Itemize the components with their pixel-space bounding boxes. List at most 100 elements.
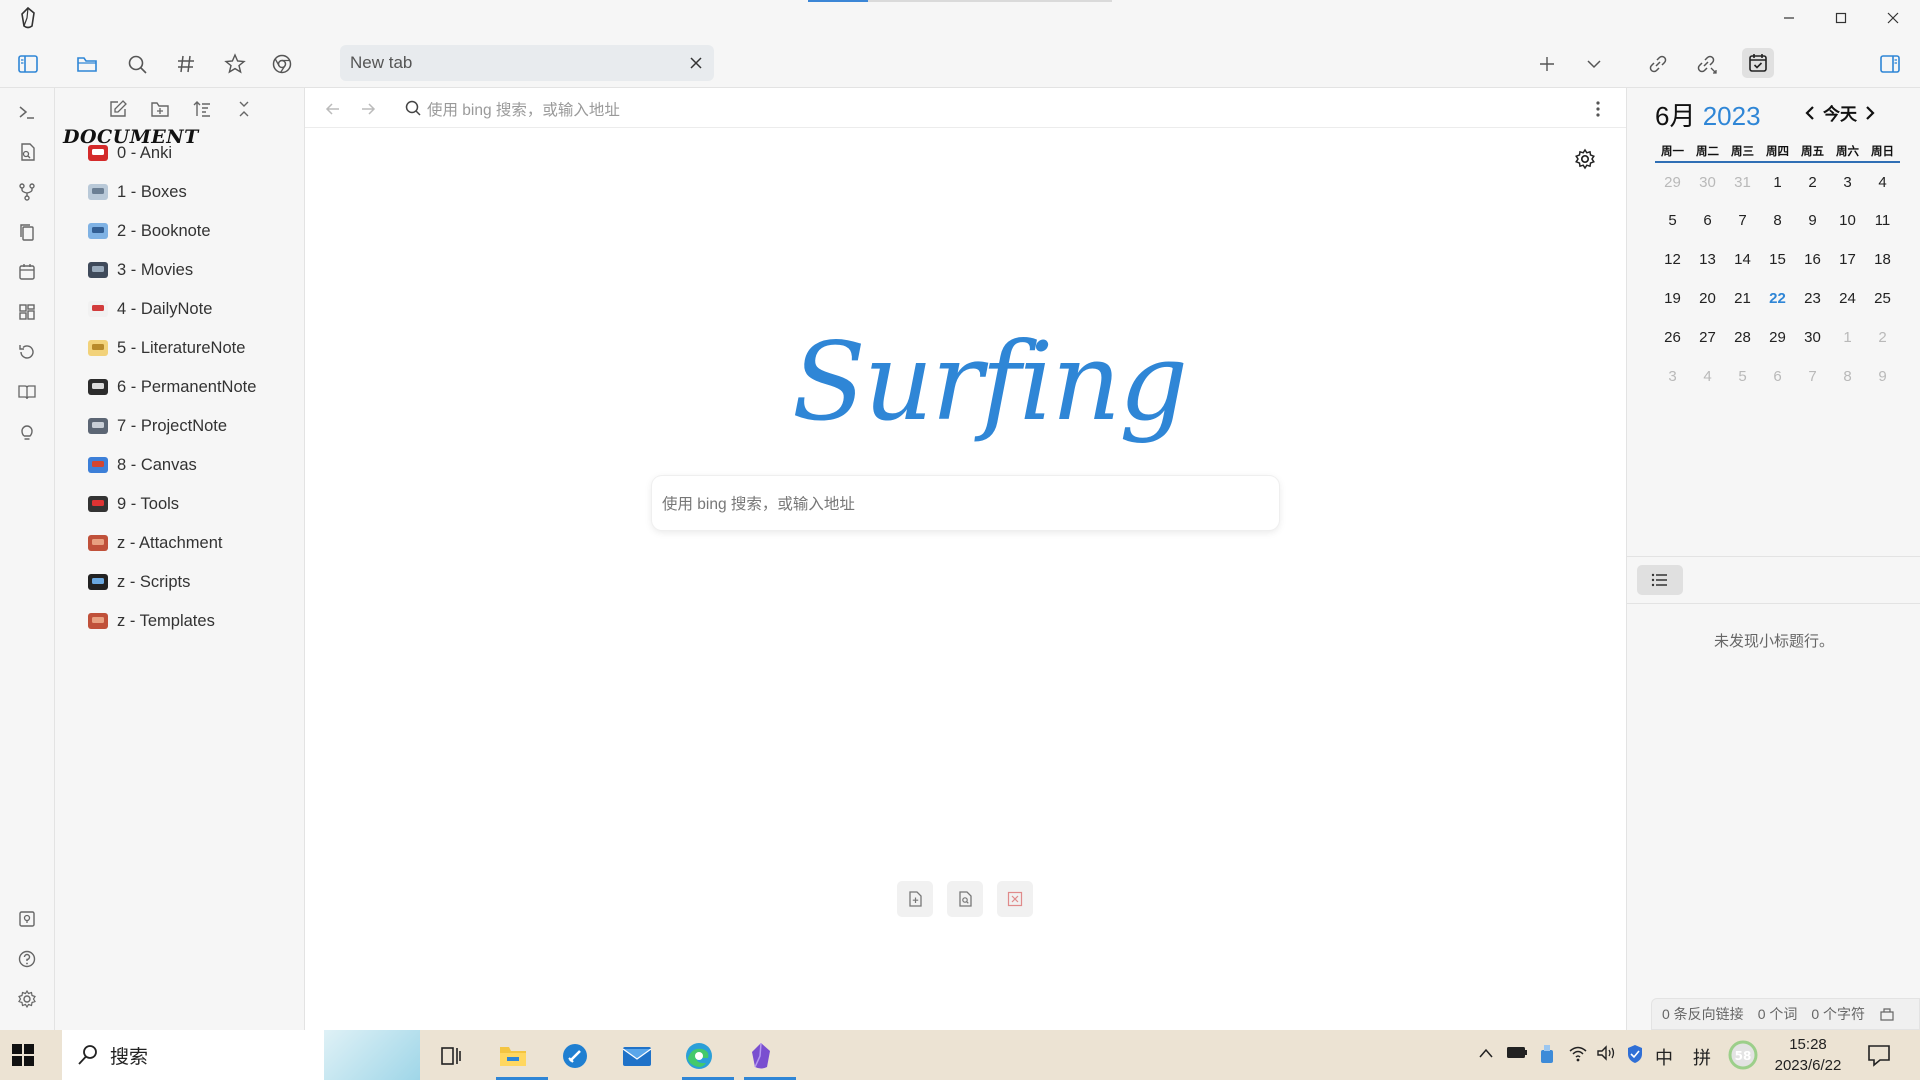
create-note-button[interactable]: [897, 881, 933, 917]
calendar-day[interactable]: 24: [1830, 279, 1865, 318]
calendar-day[interactable]: 23: [1795, 279, 1830, 318]
calendar-day[interactable]: 5: [1725, 357, 1760, 396]
ime-mode[interactable]: 拼: [1693, 1044, 1711, 1070]
outgoing-links-tab-button[interactable]: [1693, 50, 1721, 78]
calendar-day[interactable]: 21: [1725, 279, 1760, 318]
file-explorer-tab-button[interactable]: [73, 50, 101, 78]
notification-icon[interactable]: [1866, 1042, 1892, 1068]
mail-app[interactable]: [612, 1035, 662, 1077]
obsidian-app[interactable]: [736, 1035, 796, 1080]
reading-button[interactable]: [14, 379, 40, 405]
backlinks-count[interactable]: 0 条反向链接: [1662, 1004, 1744, 1024]
maximize-button[interactable]: [1816, 0, 1866, 36]
calendar-day[interactable]: 27: [1690, 318, 1725, 357]
battery-icon[interactable]: [1506, 1044, 1528, 1065]
calendar-day[interactable]: 10: [1830, 201, 1865, 240]
task-view-button[interactable]: [426, 1035, 476, 1077]
calendar-day[interactable]: 7: [1795, 357, 1830, 396]
close-tab-button[interactable]: [686, 53, 706, 73]
windows-start-icon[interactable]: [10, 1042, 36, 1068]
minimize-button[interactable]: [1764, 0, 1814, 36]
open-file-button[interactable]: [947, 881, 983, 917]
taskbar-search[interactable]: 搜索: [62, 1030, 420, 1080]
folder-item[interactable]: 4 - DailyNote: [85, 294, 212, 324]
calendar-day[interactable]: 22: [1760, 279, 1795, 318]
calendar-day[interactable]: 16: [1795, 240, 1830, 279]
calendar-day[interactable]: 14: [1725, 240, 1760, 279]
calendar-day[interactable]: 26: [1655, 318, 1690, 357]
canvas-button[interactable]: [14, 299, 40, 325]
edge-browser-app[interactable]: [674, 1035, 734, 1080]
calendar-day[interactable]: 2: [1865, 318, 1900, 357]
calendar-tab-button[interactable]: [1742, 48, 1774, 78]
idea-button[interactable]: [14, 419, 40, 445]
surfing-bookmark-button[interactable]: [268, 50, 296, 78]
folder-item[interactable]: 3 - Movies: [85, 255, 193, 285]
history-button[interactable]: [14, 339, 40, 365]
chevron-right-icon[interactable]: [1863, 104, 1877, 122]
collapse-all-button[interactable]: [231, 96, 257, 122]
today-button[interactable]: 今天: [1823, 100, 1857, 125]
calendar-day[interactable]: 2: [1795, 162, 1830, 201]
find-file-button[interactable]: [14, 139, 40, 165]
new-note-button[interactable]: [105, 96, 131, 122]
calendar-day[interactable]: 15: [1760, 240, 1795, 279]
calendar-day[interactable]: 18: [1865, 240, 1900, 279]
file-explorer-app[interactable]: [488, 1035, 548, 1080]
calendar-day[interactable]: 7: [1725, 201, 1760, 240]
settings-button[interactable]: [14, 986, 40, 1012]
folder-item[interactable]: z - Scripts: [85, 567, 190, 597]
calendar-day[interactable]: 3: [1830, 162, 1865, 201]
calendar-day[interactable]: 11: [1865, 201, 1900, 240]
folder-item[interactable]: 8 - Canvas: [85, 450, 197, 480]
calendar-day[interactable]: 4: [1690, 357, 1725, 396]
new-folder-button[interactable]: [147, 96, 173, 122]
vault-switch-button[interactable]: [14, 906, 40, 932]
back-button[interactable]: [322, 98, 344, 120]
calendar-day[interactable]: 9: [1865, 357, 1900, 396]
toggle-right-sidebar-button[interactable]: [1876, 50, 1904, 78]
calendar-day[interactable]: 5: [1655, 201, 1690, 240]
calendar-day[interactable]: 20: [1690, 279, 1725, 318]
copy-button[interactable]: [14, 219, 40, 245]
close-window-button[interactable]: [1868, 0, 1918, 36]
folder-item[interactable]: 1 - Boxes: [85, 177, 187, 207]
tab-new-tab[interactable]: New tab: [340, 45, 714, 81]
outline-tab-button[interactable]: [1637, 565, 1683, 595]
calendar-day[interactable]: 30: [1795, 318, 1830, 357]
calendar-day[interactable]: 13: [1690, 240, 1725, 279]
address-bar[interactable]: 使用 bing 搜索，或输入地址: [427, 98, 620, 120]
calendar-day[interactable]: 6: [1690, 201, 1725, 240]
calendar-day[interactable]: 30: [1690, 162, 1725, 201]
wifi-icon[interactable]: [1568, 1044, 1588, 1067]
forward-button[interactable]: [357, 98, 379, 120]
calendar-day[interactable]: 9: [1795, 201, 1830, 240]
calendar-day[interactable]: 6: [1760, 357, 1795, 396]
chevron-left-icon[interactable]: [1803, 104, 1817, 122]
more-options-button[interactable]: [1588, 98, 1608, 120]
sort-button[interactable]: [189, 96, 215, 122]
link-tab-button[interactable]: [1644, 50, 1672, 78]
calendar-day[interactable]: 1: [1760, 162, 1795, 201]
calendar-day[interactable]: 31: [1725, 162, 1760, 201]
surfing-settings-button[interactable]: [1572, 146, 1598, 172]
close-pane-button[interactable]: [997, 881, 1033, 917]
tags-tab-button[interactable]: [172, 50, 200, 78]
calendar-day[interactable]: 29: [1760, 318, 1795, 357]
tray-expand-icon[interactable]: [1478, 1044, 1494, 1065]
folder-item[interactable]: 7 - ProjectNote: [85, 411, 227, 441]
ime-language[interactable]: 中: [1655, 1044, 1673, 1070]
folder-item[interactable]: 0 - Anki: [85, 138, 172, 168]
folder-item[interactable]: 6 - PermanentNote: [85, 372, 256, 402]
performance-badge[interactable]: 58: [1727, 1040, 1759, 1075]
search-tab-button[interactable]: [123, 50, 151, 78]
taskbar-clock[interactable]: 15:28 2023/6/22: [1760, 1034, 1856, 1076]
bookmarks-tab-button[interactable]: [221, 50, 249, 78]
graph-view-button[interactable]: [14, 179, 40, 205]
calendar-day[interactable]: 19: [1655, 279, 1690, 318]
calendar-day[interactable]: 12: [1655, 240, 1690, 279]
calendar-day[interactable]: 8: [1760, 201, 1795, 240]
open-terminal-button[interactable]: [14, 99, 40, 125]
calendar-day[interactable]: 1: [1830, 318, 1865, 357]
usb-drive-icon[interactable]: [1538, 1044, 1556, 1069]
